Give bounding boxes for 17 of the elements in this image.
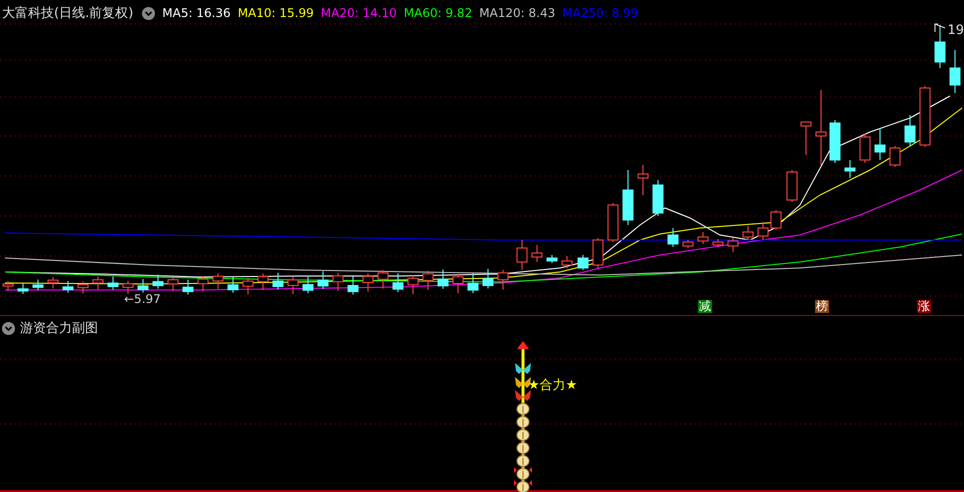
high-price-label: 19	[947, 23, 964, 38]
collapse-icon[interactable]	[2, 322, 15, 334]
signal-label: ★合力★	[528, 377, 578, 394]
arrow-icon	[934, 23, 946, 33]
sub-chart-title: 游资合力副图	[20, 320, 98, 337]
signal-tag: 涨	[917, 300, 931, 313]
moving-average-label: MA60: 9.82	[404, 6, 472, 20]
moving-average-label: MA120: 8.43	[479, 6, 556, 20]
signal-tag: 榜	[815, 300, 829, 313]
low-price-label: ←5.97	[124, 292, 161, 306]
collapse-icon[interactable]	[142, 6, 156, 20]
chart-title: 大富科技(日线.前复权)	[2, 5, 134, 22]
moving-average-label: MA10: 15.99	[238, 6, 314, 20]
moving-average-label: MA5: 16.36	[162, 6, 231, 20]
moving-average-label: MA250: 8.99	[562, 6, 638, 20]
moving-average-label: MA20: 14.10	[320, 6, 397, 20]
signal-tag: 减	[698, 300, 712, 313]
